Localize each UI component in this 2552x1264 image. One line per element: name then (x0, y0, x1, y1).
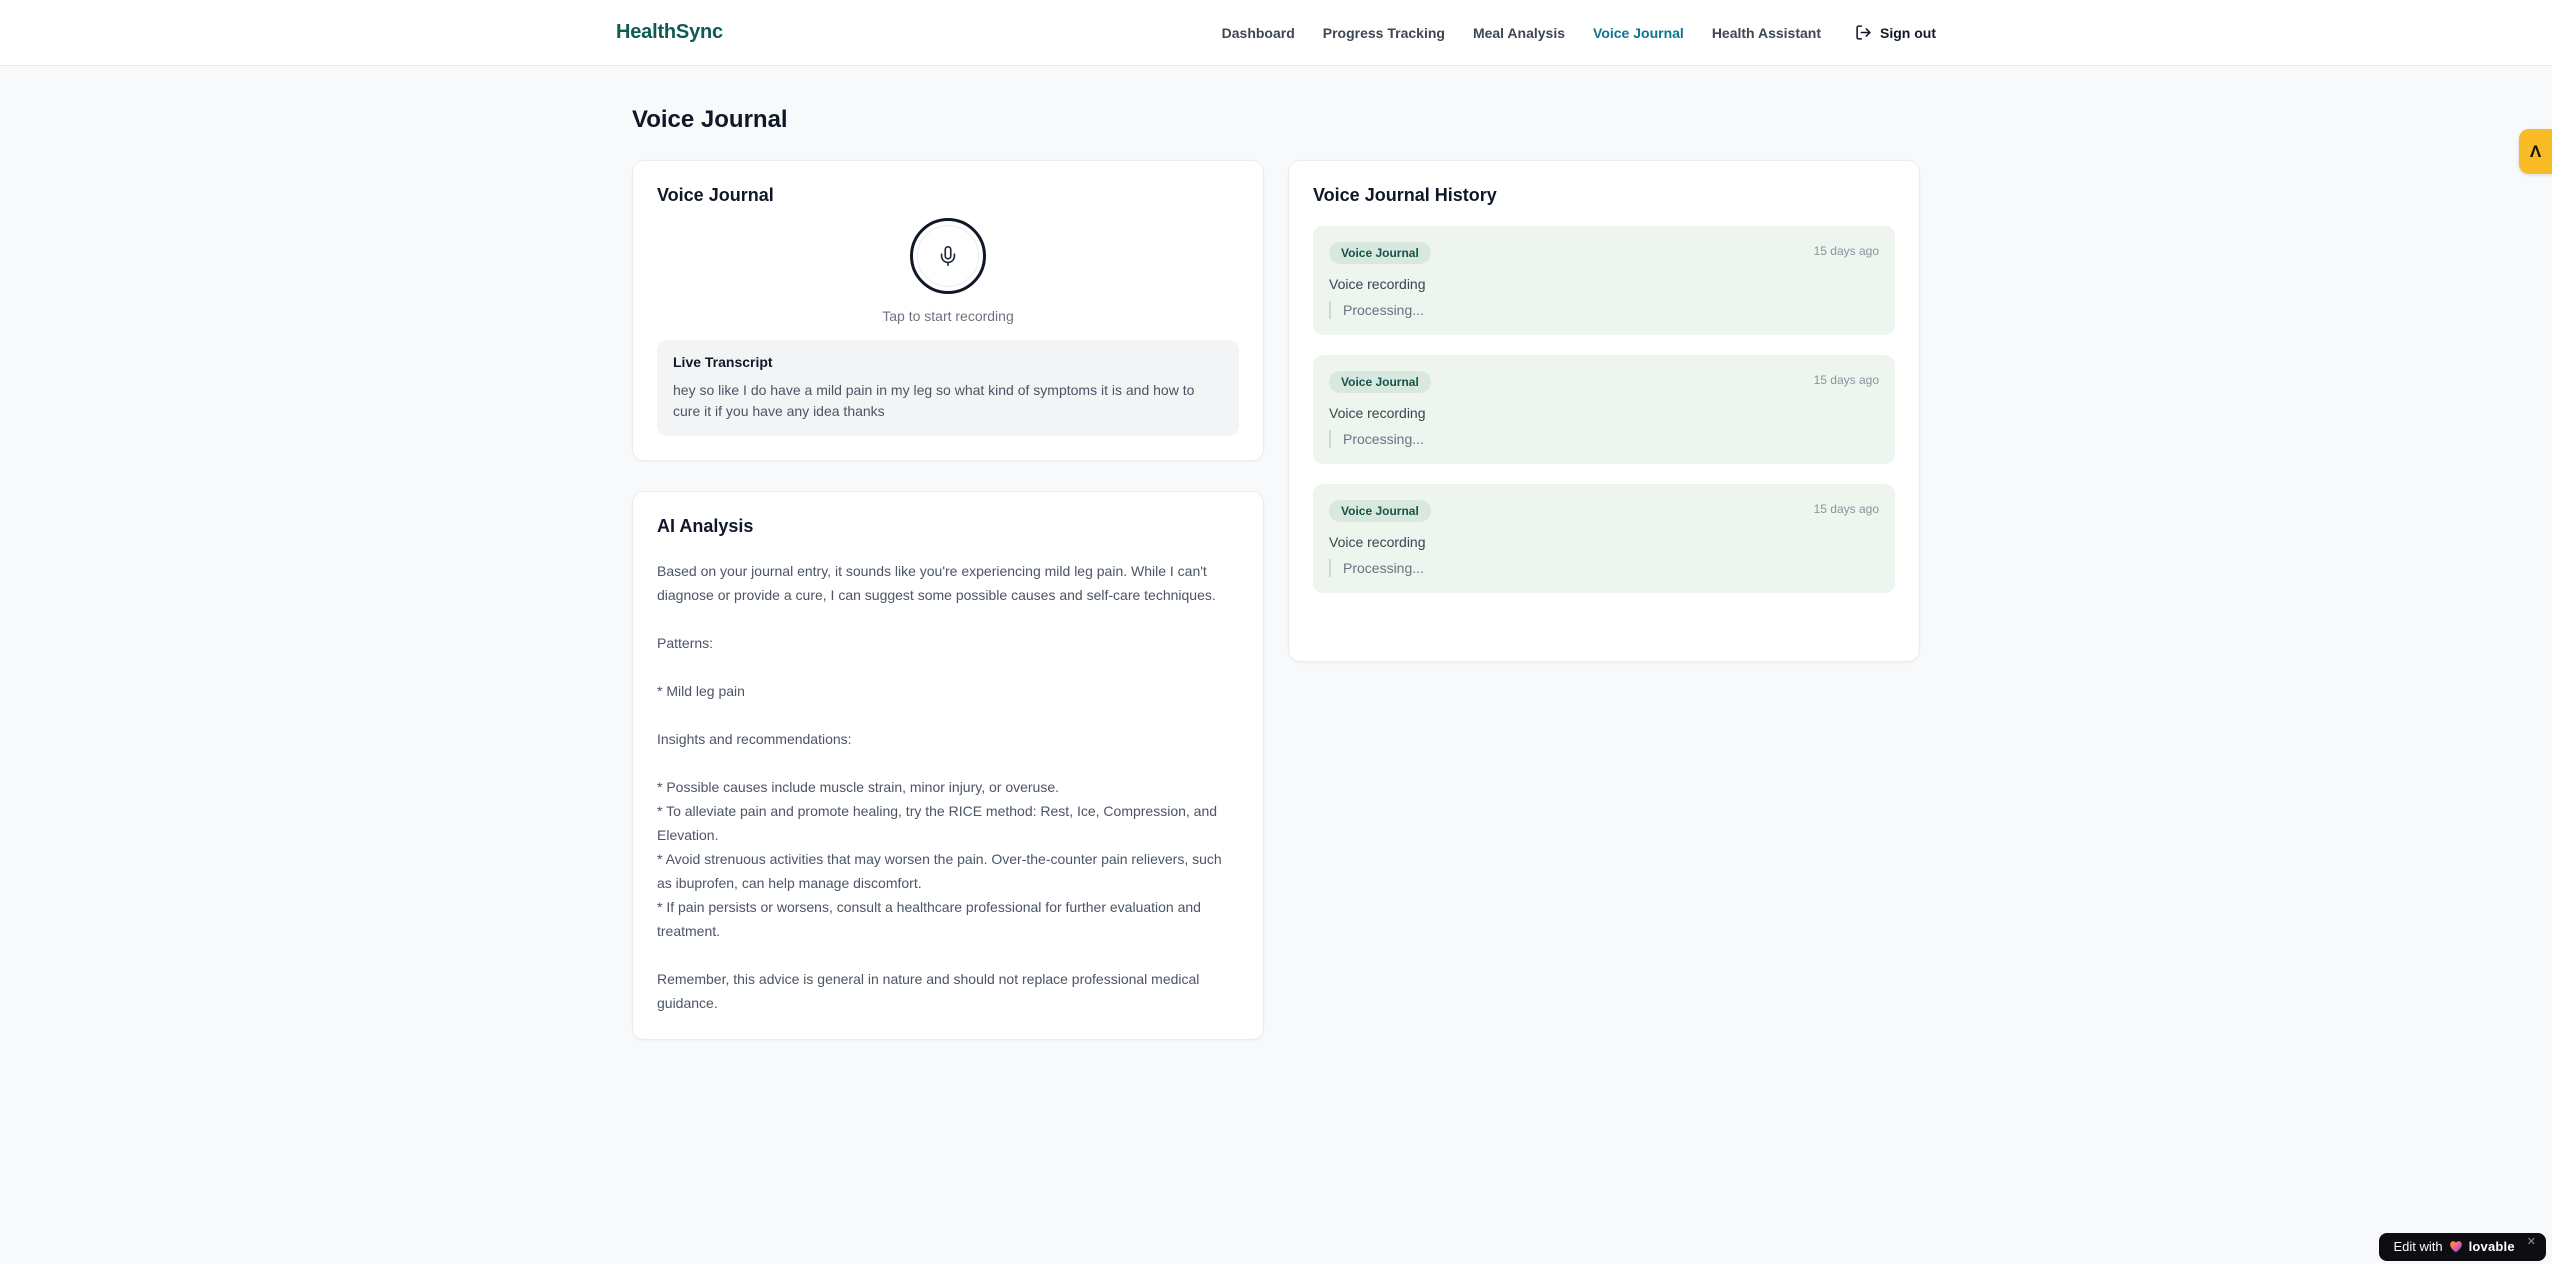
voice-recorder-card: Voice Journal Tap to start recording Liv… (632, 160, 1264, 461)
lovable-mark-icon: Λ (2529, 141, 2542, 161)
history-entry[interactable]: Voice Journal 15 days ago Voice recordin… (1313, 355, 1895, 464)
ai-analysis-paragraph: * Mild leg pain (657, 683, 745, 699)
live-transcript-box: Live Transcript hey so like I do have a … (657, 340, 1239, 436)
nav-item-health-assistant[interactable]: Health Assistant (1712, 25, 1821, 41)
ai-analysis-paragraph: * Possible causes include muscle strain,… (657, 779, 1222, 939)
nav-item-meal-analysis[interactable]: Meal Analysis (1473, 25, 1565, 41)
edit-with-lovable-badge[interactable]: Edit with lovable ✕ (2379, 1233, 2546, 1261)
ai-analysis-title: AI Analysis (657, 516, 754, 536)
entry-status: Processing... (1329, 301, 1879, 319)
ai-analysis-paragraph: Based on your journal entry, it sounds l… (657, 563, 1216, 603)
top-nav: HealthSync Dashboard Progress Tracking M… (0, 0, 2552, 66)
voice-journal-history-card: Voice Journal History Voice Journal 15 d… (1288, 160, 1920, 662)
entry-type-badge: Voice Journal (1329, 371, 1431, 393)
recorder-card-title: Voice Journal (657, 185, 774, 205)
ai-analysis-paragraph: Insights and recommendations: (657, 731, 852, 747)
primary-nav: Dashboard Progress Tracking Meal Analysi… (1222, 24, 1936, 41)
left-column: Voice Journal Tap to start recording Liv… (632, 160, 1264, 1040)
voice-journal-page: Voice Journal Voice Journal Tap to start… (632, 66, 1920, 1040)
ai-analysis-paragraph: Remember, this advice is general in natu… (657, 971, 1200, 1011)
entry-type-badge: Voice Journal (1329, 242, 1431, 264)
sign-out-button[interactable]: Sign out (1855, 24, 1936, 41)
entry-label: Voice recording (1329, 405, 1426, 421)
history-entry[interactable]: Voice Journal 15 days ago Voice recordin… (1313, 226, 1895, 335)
entry-timestamp: 15 days ago (1813, 373, 1879, 387)
entry-label: Voice recording (1329, 276, 1426, 292)
entry-type-badge: Voice Journal (1329, 500, 1431, 522)
history-entry[interactable]: Voice Journal 15 days ago Voice recordin… (1313, 484, 1895, 593)
entry-status: Processing... (1329, 559, 1879, 577)
sign-out-label: Sign out (1880, 24, 1936, 41)
brand-logo: HealthSync (616, 21, 723, 43)
edit-with-label: Edit with (2393, 1239, 2443, 1254)
entry-timestamp: 15 days ago (1813, 244, 1879, 258)
nav-item-dashboard[interactable]: Dashboard (1222, 25, 1295, 41)
nav-item-progress-tracking[interactable]: Progress Tracking (1323, 25, 1445, 41)
lovable-wordmark: lovable (2468, 1239, 2515, 1254)
ai-analysis-paragraph: Patterns: (657, 635, 714, 651)
entry-status: Processing... (1329, 430, 1879, 448)
heart-icon (2449, 1240, 2463, 1253)
page-title: Voice Journal (632, 106, 788, 133)
tap-to-record-hint: Tap to start recording (882, 308, 1014, 324)
ai-analysis-card: AI Analysis Based on your journal entry,… (632, 491, 1264, 1040)
log-out-icon (1855, 24, 1872, 41)
microphone-icon (917, 225, 979, 287)
live-transcript-text: hey so like I do have a mild pain in my … (673, 382, 1195, 419)
close-icon[interactable]: ✕ (2527, 1237, 2536, 1248)
preview-panel-badge[interactable]: Λ (2519, 129, 2552, 174)
live-transcript-title: Live Transcript (673, 354, 773, 370)
nav-item-voice-journal[interactable]: Voice Journal (1593, 25, 1684, 41)
entry-timestamp: 15 days ago (1813, 502, 1879, 516)
entry-label: Voice recording (1329, 534, 1426, 550)
history-card-title: Voice Journal History (1313, 185, 1497, 205)
record-button[interactable] (910, 218, 986, 294)
